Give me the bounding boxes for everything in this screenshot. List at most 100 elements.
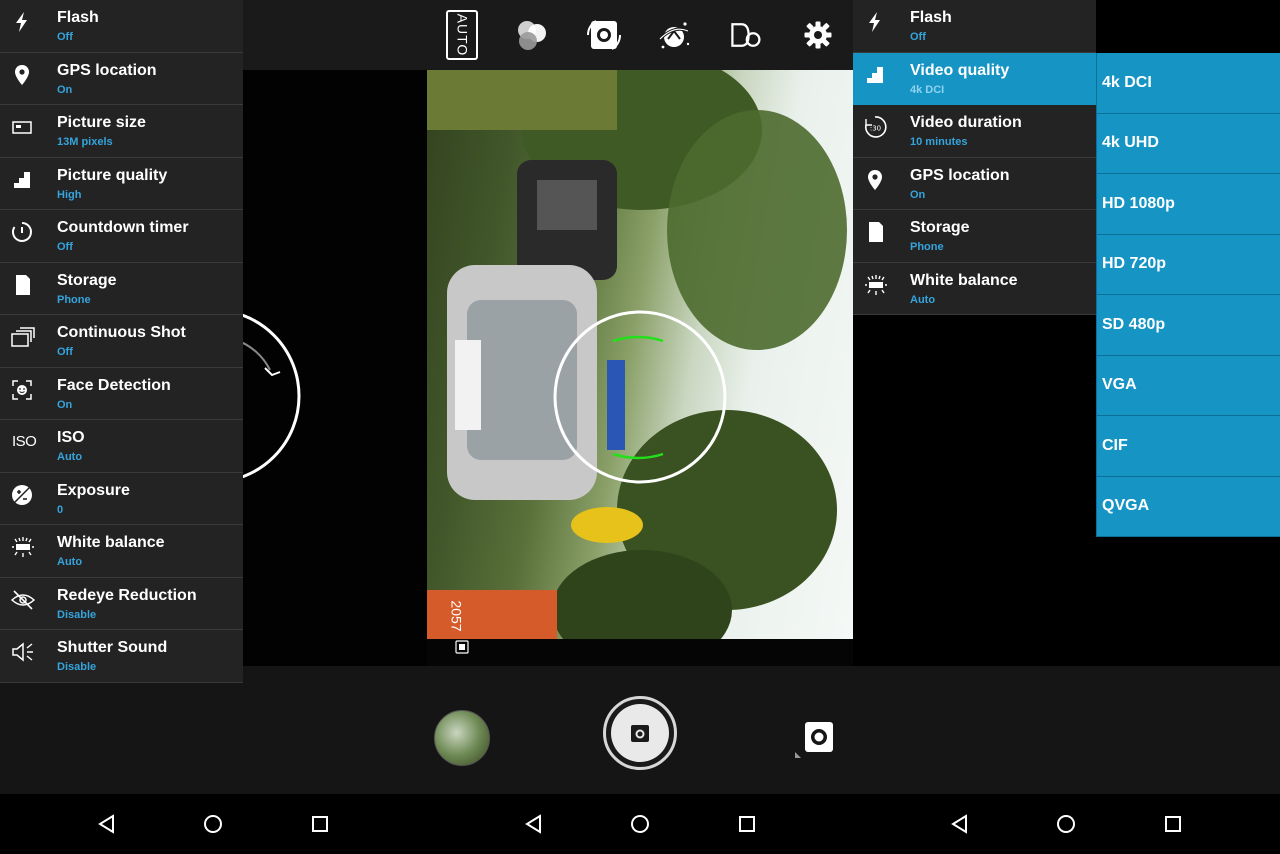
nav-home-button[interactable] [624, 808, 656, 840]
setting-title: ISO [57, 429, 85, 446]
setting-value: On [57, 83, 73, 96]
video-quality-option[interactable]: HD 1080p [1096, 174, 1280, 235]
white-balance-icon [10, 535, 34, 559]
setting-shutter-sound[interactable]: Shutter Sound Disable [0, 630, 243, 683]
bottom-strip [243, 666, 427, 683]
auto-mode-label: AUTO [454, 13, 471, 57]
setting-picture-size[interactable]: Picture size 13M pixels [0, 105, 243, 158]
setting-exposure[interactable]: Exposure 0 [0, 473, 243, 525]
setting-title: Countdown timer [57, 219, 189, 236]
setting-title: Picture size [57, 114, 146, 131]
setting-value: On [910, 188, 926, 201]
focus-ring[interactable] [551, 308, 729, 486]
setting-countdown-timer[interactable]: Countdown timer Off [0, 210, 243, 263]
video-settings-list: Flash Off Video quality 4k DCI :30 Video dura… [853, 0, 1096, 315]
switch-camera-icon[interactable] [586, 12, 622, 58]
setting-value: Disable [57, 661, 97, 673]
setting-value: Disable [57, 608, 97, 621]
setting-title: Video quality [910, 61, 1010, 79]
sd-card-icon [10, 273, 34, 297]
video-quality-option[interactable]: SD 480p [1096, 295, 1280, 356]
sd-card-icon [863, 220, 887, 244]
setting-title: Shutter Sound [57, 639, 168, 656]
bottom-bar-dimmed-right [853, 666, 1280, 794]
center-camera-screen: AUTO 2057 [427, 0, 853, 794]
setting-value: Auto [57, 451, 83, 463]
shutter-button[interactable] [603, 696, 677, 770]
exposure-icon [10, 483, 34, 507]
setting-gps-location[interactable]: GPS location On [0, 53, 243, 105]
redeye-icon [10, 588, 36, 612]
setting-title: Face Detection [57, 376, 171, 394]
setting-value: 0 [57, 503, 64, 516]
video-quality-options-list: 4k DCI 4k UHD HD 1080p HD 720p SD 480p VGA CIF… [1096, 53, 1280, 537]
setting-title: Picture quality [57, 166, 168, 184]
nav-recents-button[interactable] [1157, 808, 1189, 840]
nav-back-button[interactable] [91, 808, 123, 840]
video-quality-option[interactable]: 4k UHD [1096, 113, 1280, 174]
setting-video-duration[interactable]: :30 Video duration 10 minutes [853, 105, 1096, 158]
nav-home-button[interactable] [1050, 808, 1082, 840]
iso-icon-text: ISO [12, 433, 37, 450]
viewfinder-bottom-strip [427, 639, 853, 666]
settings-gear-icon[interactable] [800, 12, 836, 58]
picture-size-icon [10, 115, 34, 139]
setting-video-quality[interactable]: Video quality 4k DCI [853, 52, 1096, 105]
quality-steps-icon [10, 168, 34, 192]
quality-steps-icon [863, 63, 887, 87]
camera-settings-list: Flash Off GPS location On Picture size 13M pi… [0, 0, 243, 683]
nav-recents-button[interactable] [304, 808, 336, 840]
setting-storage[interactable]: Storage Phone [0, 263, 243, 315]
flash-icon [10, 10, 34, 34]
nav-recents-button[interactable] [731, 808, 763, 840]
nav-back-button[interactable] [944, 808, 976, 840]
video-duration-icon: :30 [863, 115, 887, 139]
filter-icon[interactable] [727, 12, 763, 58]
setting-value: High [57, 188, 82, 201]
face-detection-icon [10, 378, 34, 402]
camera-viewfinder[interactable] [427, 70, 853, 639]
video-quality-option[interactable]: 4k DCI [1096, 53, 1280, 114]
setting-redeye-reduction[interactable]: Redeye Reduction Disable [0, 578, 243, 630]
setting-storage[interactable]: Storage Phone [853, 210, 1096, 263]
burst-icon [10, 325, 35, 349]
iso-icon: ISO [10, 430, 37, 454]
bottom-bar-dimmed [0, 683, 427, 794]
color-effects-icon[interactable] [514, 12, 550, 58]
top-bar-dimmed [243, 0, 427, 70]
remaining-shots-count: 2057 [448, 600, 465, 632]
setting-gps-location[interactable]: GPS location On [853, 158, 1096, 210]
video-quality-option[interactable]: HD 720p [1096, 234, 1280, 295]
setting-picture-quality[interactable]: Picture quality High [0, 158, 243, 210]
setting-flash[interactable]: Flash Off [853, 0, 1096, 53]
camera-mode-switcher-icon[interactable] [791, 714, 841, 764]
speaker-icon [10, 640, 34, 664]
svg-text::30: :30 [870, 125, 881, 133]
nav-back-button[interactable] [518, 808, 550, 840]
setting-value: Phone [57, 293, 91, 306]
setting-white-balance[interactable]: White balance Auto [0, 525, 243, 578]
nav-home-button[interactable] [197, 808, 229, 840]
setting-value: 4k DCI [910, 83, 945, 96]
setting-value: Off [57, 31, 73, 43]
video-quality-option[interactable]: CIF [1096, 416, 1280, 477]
setting-value: Auto [910, 293, 936, 306]
auto-mode-button[interactable]: AUTO [446, 10, 478, 60]
video-quality-option[interactable]: QVGA [1096, 476, 1280, 537]
setting-title: Storage [910, 219, 970, 236]
setting-value: Off [57, 346, 73, 358]
setting-value: Off [910, 31, 926, 43]
camera-icon [631, 725, 649, 742]
setting-continuous-shot[interactable]: Continuous Shot Off [0, 315, 243, 368]
setting-value: 10 minutes [910, 136, 968, 148]
gallery-thumbnail[interactable] [434, 710, 490, 766]
setting-title: Flash [57, 9, 99, 26]
setting-iso[interactable]: ISO ISO Auto [0, 420, 243, 473]
storage-indicator-icon [455, 640, 469, 654]
setting-title: GPS location [57, 61, 157, 79]
setting-flash[interactable]: Flash Off [0, 0, 243, 53]
setting-white-balance[interactable]: White balance Auto [853, 263, 1096, 315]
video-quality-option[interactable]: VGA [1096, 355, 1280, 416]
setting-face-detection[interactable]: Face Detection On [0, 368, 243, 420]
scene-mode-icon[interactable] [656, 12, 692, 58]
